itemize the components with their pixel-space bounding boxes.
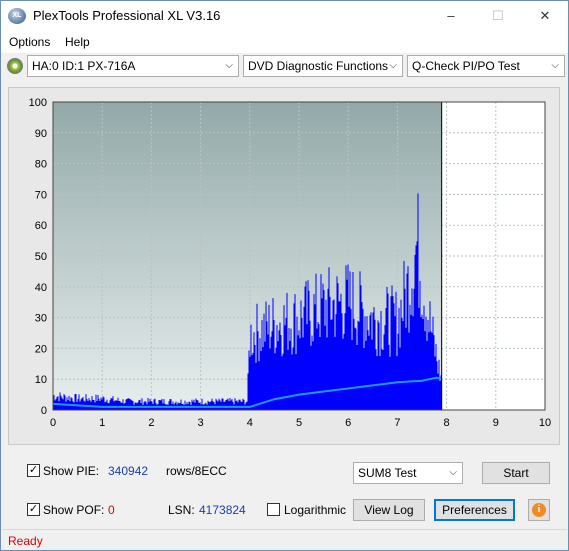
show-pof-label: Show POF: <box>43 503 105 517</box>
status-bar: Ready <box>2 529 567 550</box>
lsn-label: LSN: <box>168 503 195 517</box>
logarithmic-label: Logarithmic <box>284 503 347 517</box>
chevron-down-icon: ⌵ <box>449 467 457 478</box>
chart-panel: 0 10 20 30 40 50 60 70 80 90 100 0 1 2 3 4 5 6 7 8 9 10 <box>8 87 560 445</box>
menu-help[interactable]: Help <box>65 35 90 49</box>
x-tick-label: 3 <box>198 417 204 429</box>
toolbar: HA:0 ID:1 PX-716A ⌵ DVD Diagnostic Funct… <box>1 53 568 79</box>
x-tick-label: 10 <box>539 417 551 429</box>
info-button[interactable]: i <box>528 499 550 521</box>
function-select[interactable]: DVD Diagnostic Functions ⌵ <box>243 55 403 77</box>
pof-value: 0 <box>108 503 115 517</box>
function-select-value: DVD Diagnostic Functions <box>248 59 389 73</box>
chevron-down-icon: ⌵ <box>551 60 559 71</box>
y-tick-label: 0 <box>41 405 47 417</box>
preferences-button[interactable]: Preferences <box>434 499 515 521</box>
drive-select-value: HA:0 ID:1 PX-716A <box>32 59 136 73</box>
test-select[interactable]: Q-Check PI/PO Test ⌵ <box>407 55 565 77</box>
y-tick-label: 20 <box>35 343 47 355</box>
show-pof-checkbox[interactable]: ✓ <box>27 503 40 516</box>
pie-value: 340942 <box>108 464 149 478</box>
menu-bar: Options Help <box>1 31 568 53</box>
logarithmic-checkbox[interactable] <box>267 503 280 516</box>
y-tick-label: 30 <box>35 313 47 325</box>
y-tick-label: 100 <box>29 97 47 109</box>
x-tick-label: 1 <box>99 417 105 429</box>
x-tick-label: 0 <box>50 417 56 429</box>
x-tick-label: 8 <box>444 417 450 429</box>
y-tick-label: 50 <box>35 251 47 263</box>
x-tick-label: 9 <box>493 417 499 429</box>
show-pie-label: Show PIE: <box>43 464 100 478</box>
y-tick-label: 90 <box>35 128 47 140</box>
sum8-test-select-value: SUM8 Test <box>358 466 417 480</box>
test-select-value: Q-Check PI/PO Test <box>412 59 520 73</box>
rows-label: rows/8ECC <box>166 464 227 478</box>
x-tick-label: 2 <box>148 417 154 429</box>
sum8-test-select[interactable]: SUM8 Test ⌵ <box>353 462 463 484</box>
close-button[interactable]: ✕ <box>522 1 568 31</box>
drive-select[interactable]: HA:0 ID:1 PX-716A ⌵ <box>27 55 239 77</box>
info-icon: i <box>532 503 546 517</box>
chevron-down-icon: ⌵ <box>389 60 397 71</box>
y-tick-label: 60 <box>35 220 47 232</box>
app-window: XL PlexTools Professional XL V3.16 – ☐ ✕… <box>0 0 569 551</box>
show-pie-checkbox[interactable]: ✓ <box>27 464 40 477</box>
x-tick-label: 7 <box>394 417 400 429</box>
start-button[interactable]: Start <box>482 462 550 484</box>
plextools-logo-icon: XL <box>8 8 26 24</box>
y-tick-label: 10 <box>35 374 47 386</box>
y-tick-label: 40 <box>35 282 47 294</box>
y-tick-label: 70 <box>35 189 47 201</box>
x-tick-label: 4 <box>247 417 253 429</box>
window-title: PlexTools Professional XL V3.16 <box>33 8 221 23</box>
menu-options[interactable]: Options <box>9 35 50 49</box>
minimize-button[interactable]: – <box>428 1 474 31</box>
maximize-button: ☐ <box>492 8 504 23</box>
pi-po-chart: 0 10 20 30 40 50 60 70 80 90 100 0 1 2 3 4 5 6 7 8 9 10 <box>29 97 551 429</box>
title-bar: XL PlexTools Professional XL V3.16 – ☐ ✕ <box>1 1 568 31</box>
disc-drive-icon <box>7 58 23 74</box>
x-tick-label: 6 <box>345 417 351 429</box>
x-tick-label: 5 <box>296 417 302 429</box>
lsn-value: 4173824 <box>199 503 246 517</box>
status-text: Ready <box>8 534 43 548</box>
y-tick-label: 80 <box>35 159 47 171</box>
controls-panel: ✓ Show PIE: 340942 rows/8ECC SUM8 Test ⌵… <box>1 449 568 527</box>
view-log-button[interactable]: View Log <box>353 499 425 521</box>
chevron-down-icon: ⌵ <box>225 60 233 71</box>
